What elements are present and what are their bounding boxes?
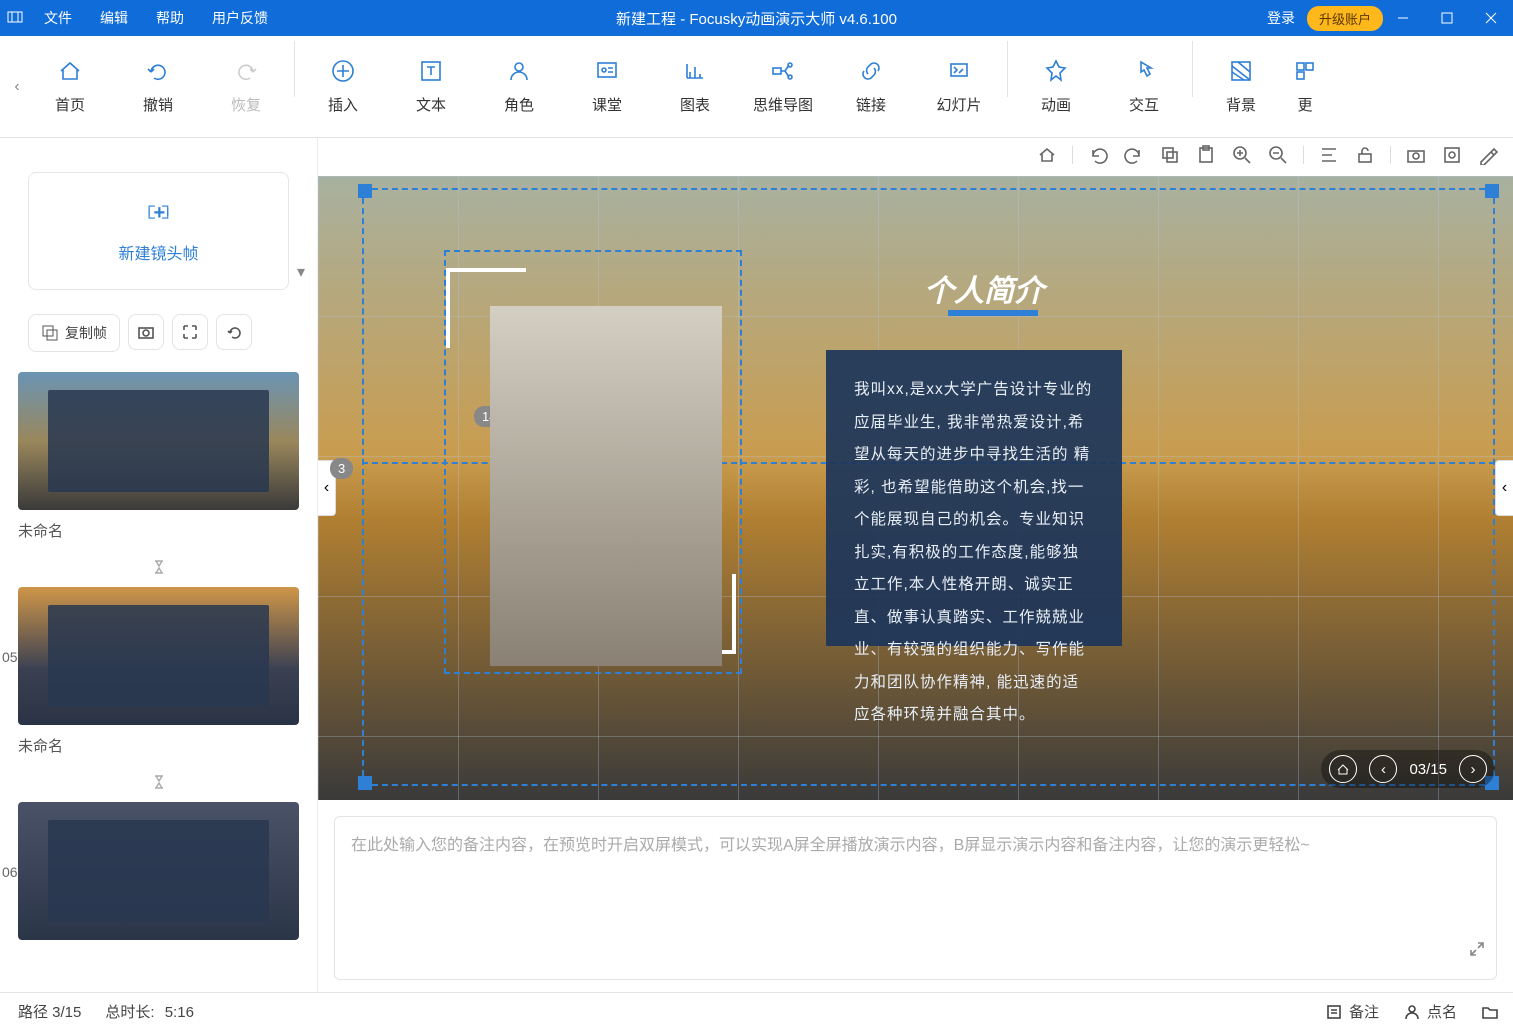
notes-field[interactable]: 在此处输入您的备注内容，在预览时开启双屏模式，可以实现A屏全屏播放演示内容，B屏… [334,816,1497,980]
copy-icon[interactable] [1159,144,1181,166]
hourglass-icon [18,774,299,790]
hourglass-icon [18,559,299,575]
path-indicator: 路径 3/15 [18,1001,81,1022]
upgrade-button[interactable]: 升级账户 [1307,6,1383,31]
more-button[interactable]: 更 [1285,41,1325,133]
text-button[interactable]: 文本 [387,41,475,133]
interact-button[interactable]: 交互 [1100,41,1188,133]
canvas-toolbar [1036,144,1499,166]
expand-right-handle[interactable]: ‹ [1495,460,1513,516]
title-right: 登录 升级账户 [1267,6,1383,31]
thumbnail-item[interactable]: 未命名 [18,372,299,541]
class-button[interactable]: 课堂 [563,41,651,133]
new-frame-dropdown[interactable]: ▾ [297,262,305,282]
mindmap-button[interactable]: 思维导图 [739,41,827,133]
zoom-in-icon[interactable] [1231,144,1253,166]
titlebar: 文件 编辑 帮助 用户反馈 新建工程 - Focusky动画演示大师 v4.6.… [0,0,1513,36]
nav-prev-icon[interactable]: ‹ [1369,755,1397,783]
thumbnail-item[interactable]: 未命名 [18,587,299,756]
insert-button[interactable]: 插入 [299,41,387,133]
main-toolbar: ‹ 首页 撤销 恢复 插入 文本 角色 课堂 图表 思维导图 链接 幻灯片 动画… [0,36,1513,138]
redo-button[interactable]: 恢复 [202,41,290,133]
thumbnail-list: 未命名 05 未命名 06 [0,364,317,966]
canvas[interactable]: ‹ ‹ 14 3 个人简介 我叫xx,是xx大学广告设计专业的应届毕业生, 我非… [318,176,1513,800]
camera-action-icon[interactable] [128,314,164,350]
maximize-button[interactable] [1425,0,1469,36]
new-frame-label: 新建镜头帧 [118,240,198,264]
window-controls [1381,0,1513,36]
nav-home-icon[interactable] [1329,755,1357,783]
animation-button[interactable]: 动画 [1012,41,1100,133]
screenshot-icon[interactable] [1441,144,1463,166]
notes-toggle-button[interactable]: 备注 [1325,1001,1379,1022]
toolbar-scroll-left[interactable]: ‹ [8,78,26,96]
camera-icon[interactable] [1405,144,1427,166]
sidebar: ┌ ┐ └ ┘ + 新建镜头帧 ▾ 复制帧 未命名 05 [0,138,318,992]
home-icon[interactable] [1036,144,1058,166]
login-link[interactable]: 登录 [1267,8,1295,28]
naming-button[interactable]: 点名 [1403,1001,1457,1022]
slide-button[interactable]: 幻灯片 [915,41,1003,133]
sidebar-actions: 复制帧 [0,302,317,364]
toolbar-separator [294,41,295,97]
folder-icon[interactable] [1481,1003,1499,1021]
rotate-left-icon[interactable] [1087,144,1109,166]
content-text-card[interactable]: 我叫xx,是xx大学广告设计专业的应届毕业生, 我非常热爱设计,希望从每天的进步… [826,350,1122,646]
new-frame-button[interactable]: ┌ ┐ └ ┘ + 新建镜头帧 [28,172,289,290]
nav-next-icon[interactable]: › [1459,755,1487,783]
content-body: 我叫xx,是xx大学广告设计专业的应届毕业生, 我非常热爱设计,希望从每天的进步… [854,374,1094,732]
toolbar-separator [1192,41,1193,97]
nav-position: 03/15 [1409,761,1447,778]
close-button[interactable] [1469,0,1513,36]
toolbar-separator [1007,41,1008,97]
menu-bar: 文件 编辑 帮助 用户反馈 [30,0,282,36]
character-button[interactable]: 角色 [475,41,563,133]
rotate-right-icon[interactable] [1123,144,1145,166]
zoom-out-icon[interactable] [1267,144,1289,166]
lock-icon[interactable] [1354,144,1376,166]
edit-icon[interactable] [1477,144,1499,166]
home-button[interactable]: 首页 [26,41,114,133]
align-icon[interactable] [1318,144,1340,166]
undo-button[interactable]: 撤销 [114,41,202,133]
slide-nav: ‹ 03/15 › [1321,750,1495,788]
badge-3: 3 [330,458,353,479]
statusbar: 路径 3/15 总时长: 5:16 备注 点名 [0,992,1513,1030]
thumbnail-number: 05 [2,649,18,665]
background-button[interactable]: 背景 [1197,41,1285,133]
copy-frame-button[interactable]: 复制帧 [28,314,120,352]
undo-action-icon[interactable] [216,314,252,350]
duration-label: 总时长: 5:16 [105,1001,194,1022]
photo-placeholder[interactable] [490,306,722,666]
thumbnail-number: 06 [2,864,18,880]
link-button[interactable]: 链接 [827,41,915,133]
chart-button[interactable]: 图表 [651,41,739,133]
content-title[interactable]: 个人简介 [924,266,1044,310]
app-logo-icon [0,9,30,27]
thumbnail-item[interactable] [18,802,299,940]
menu-feedback[interactable]: 用户反馈 [198,0,282,36]
window-title: 新建工程 - Focusky动画演示大师 v4.6.100 [616,8,897,29]
paste-icon[interactable] [1195,144,1217,166]
menu-help[interactable]: 帮助 [142,0,198,36]
minimize-button[interactable] [1381,0,1425,36]
scan-action-icon[interactable] [172,314,208,350]
expand-icon[interactable] [1468,939,1486,969]
menu-edit[interactable]: 编辑 [86,0,142,36]
menu-file[interactable]: 文件 [30,0,86,36]
